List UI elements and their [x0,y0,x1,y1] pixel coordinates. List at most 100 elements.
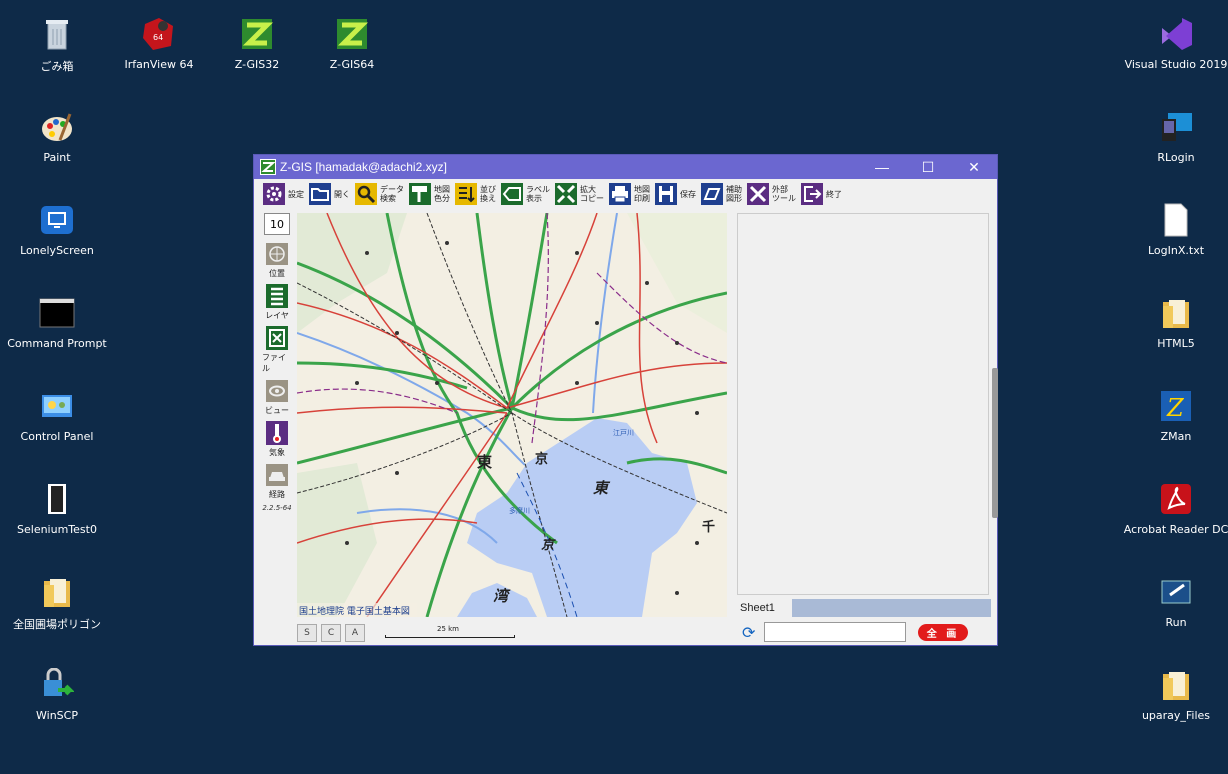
desktop-icon-label: 全国圃場ポリゴン [13,618,101,631]
vertical-scrollbar[interactable] [992,213,998,617]
window-titlebar[interactable]: Z-GIS [hamadak@adachi2.xyz] — ☐ ✕ [254,155,997,179]
desktop-icon-label: Z-GIS32 [234,58,280,71]
desktop-icon[interactable]: SeleniumTest0 [9,481,105,536]
desktop-icon-label: WinSCP [36,709,78,722]
side-panel: 10 位置レイヤファイルビュー気象経路 2.2.5-64 [262,213,292,512]
desktop-icon[interactable]: RLogin [1128,109,1224,164]
zgis-icon [239,16,275,52]
toolbar-button[interactable]: データ 検索 [354,182,404,206]
desktop-icon-label: SeleniumTest0 [17,523,97,536]
desktop-icon-label: ごみ箱 [40,60,74,73]
map-view[interactable]: 東 京 東 京 千 湾 多摩川 江戸川 国土地理院 電子国土基本図 [297,213,727,617]
toolbar-button[interactable]: ラベル 表示 [500,182,550,206]
folder-icon [39,574,75,610]
command-row: ⟳ 全 画 [742,621,992,643]
scale-line [385,635,515,638]
zgis-window: Z-GIS [hamadak@adachi2.xyz] — ☐ ✕ 設定 開く デー… [253,154,998,646]
map-button-s[interactable]: S [297,624,317,642]
desktop-icon-label: LogInX.txt [1147,244,1205,257]
save-icon [654,182,678,206]
toolbar-button-label: 地図 印刷 [634,185,650,203]
desktop-icon[interactable]: Z-GIS64 [304,16,400,71]
toolbar-button[interactable]: 地図 印刷 [608,182,650,206]
rlogin-icon [1158,109,1194,145]
minimize-button[interactable]: — [859,159,905,176]
desktop-icon[interactable]: WinSCP [9,667,105,722]
desktop-icon[interactable]: 全国圃場ポリゴン [9,574,105,632]
toolbar-button-label: 地図 色分 [434,185,450,203]
toolbar-button[interactable]: 終了 [800,182,842,206]
globe-icon [265,241,289,267]
folder-icon [1158,667,1194,703]
toolbar-button[interactable]: 並び 換え [454,182,496,206]
refresh-icon[interactable]: ⟳ [742,623,758,642]
desktop-icon[interactable]: Paint [9,109,105,164]
desktop-icon[interactable]: Run [1128,574,1224,629]
side-button[interactable]: 位置 [262,241,292,279]
winscp-icon [39,667,75,703]
desktop-icon[interactable]: uparay_Files [1128,667,1224,722]
desktop-icon[interactable]: LogInX.txt [1128,202,1224,257]
map-scale-bar: 25 km [385,625,515,641]
desktop-icon-label: Command Prompt [7,337,107,350]
run-icon [1158,574,1194,610]
side-button[interactable]: 気象 [262,420,292,458]
toolbar-button[interactable]: 拡大 コピー [554,182,604,206]
desktop-icon-label: RLogin [1157,151,1195,164]
layer-icon [265,283,289,309]
toolbar-button[interactable]: 地図 色分 [408,182,450,206]
thermometer-icon [265,420,289,446]
side-button[interactable]: レイヤ [262,283,292,321]
map-button-c[interactable]: C [321,624,341,642]
svg-text:Z: Z [1166,394,1185,422]
sheet-tab[interactable]: Sheet1 [737,599,792,617]
shape-icon [700,182,724,206]
zoom-level-field[interactable]: 10 [264,213,290,235]
toolbar-button[interactable]: 設定 [262,182,304,206]
desktop-icon[interactable]: HTML5 [1128,295,1224,350]
toolbar-button-label: 終了 [826,189,842,199]
desktop-icon[interactable]: LonelyScreen [9,202,105,257]
maximize-button[interactable]: ☐ [905,159,951,176]
main-toolbar: 設定 開く データ 検索 地図 色分 並び 換え ラベル 表示 拡大 コピー 地図 印刷 保存 補… [254,179,997,209]
toolbar-button[interactable]: 開く [308,182,350,206]
gear-icon [262,182,286,206]
window-title: Z-GIS [hamadak@adachi2.xyz] [280,160,447,174]
toolbar-button-label: 開く [334,189,350,199]
desktop-icon[interactable]: Z-GIS32 [209,16,305,71]
label-icon [500,182,524,206]
desktop-icon[interactable]: ごみ箱 [9,16,105,74]
all-button[interactable]: 全 画 [918,623,968,641]
map-button-a[interactable]: A [345,624,365,642]
toolbar-button[interactable]: 保存 [654,182,696,206]
desktop-icon[interactable]: 64 IrfanView 64 [111,16,207,71]
zgis-icon [334,16,370,52]
map-label-edo: 江戸川 [613,429,634,437]
version-label: 2.2.5-64 [262,504,292,512]
terminal-icon [39,295,75,331]
side-button[interactable]: ビュー [262,378,292,416]
command-input[interactable] [764,622,906,642]
side-button[interactable]: ファイル [262,325,292,374]
desktop-icon-label: ZMan [1160,430,1192,443]
attribute-panel[interactable] [737,213,989,595]
desktop-icon[interactable]: Control Panel [9,388,105,443]
desktop-icon-label: Run [1165,616,1187,629]
desktop-icon[interactable]: Z ZMan [1128,388,1224,443]
expand-icon [554,182,578,206]
desktop-icon[interactable]: Command Prompt [7,295,107,350]
eye-icon [265,378,289,404]
toolbar-button-label: 並び 換え [480,185,496,203]
toolbar-button[interactable]: 補助 図形 [700,182,742,206]
sort-icon [454,182,478,206]
map-canvas[interactable]: 東 京 東 京 千 湾 多摩川 江戸川 国土地理院 電子国土基本図 [297,213,727,617]
desktop-icon[interactable]: Visual Studio 2019 [1125,16,1227,71]
side-button[interactable]: 経路 [262,462,292,500]
folder-icon [1158,295,1194,331]
scrollbar-thumb[interactable] [992,368,998,518]
toolbar-button[interactable]: 外部 ツール [746,182,796,206]
map-bottom-bar: S C A 25 km [297,622,727,644]
close-button[interactable]: ✕ [951,159,997,176]
map-label-kyo-bay: 京 [541,537,556,553]
desktop-icon[interactable]: Acrobat Reader DC [1124,481,1228,536]
